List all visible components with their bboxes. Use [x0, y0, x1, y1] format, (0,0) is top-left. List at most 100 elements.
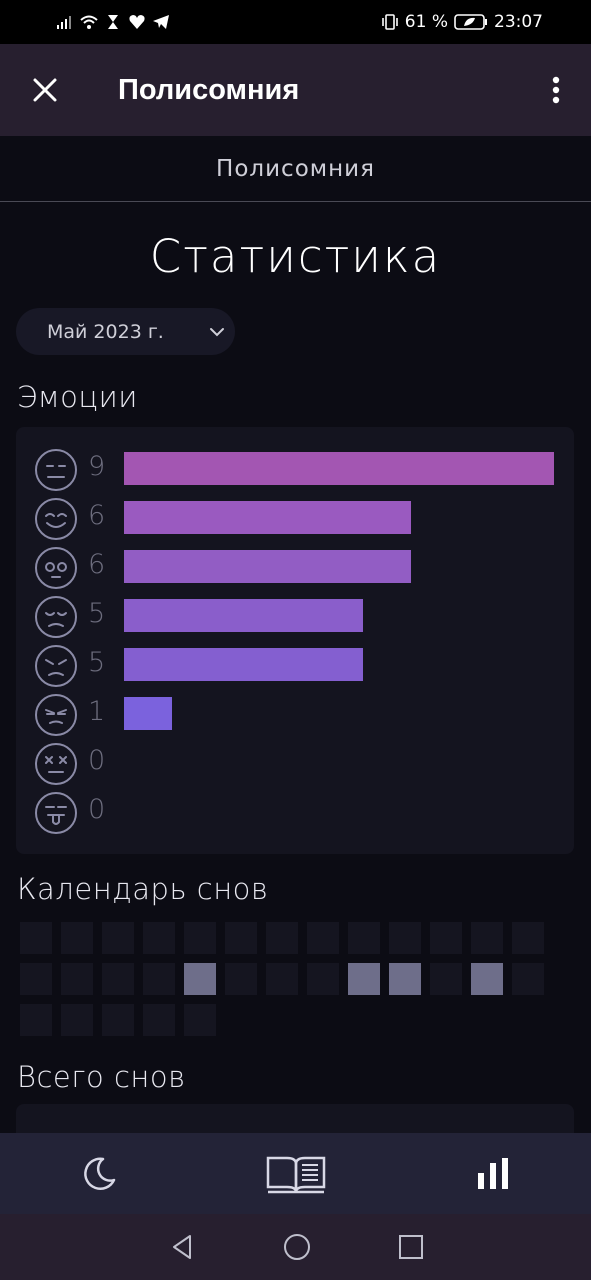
emotion-row: 0 — [16, 739, 574, 788]
page-title: Статистика — [149, 230, 442, 283]
system-navigation-bar — [0, 1214, 591, 1280]
calendar-day[interactable] — [266, 963, 298, 995]
calendar-day[interactable] — [430, 963, 462, 995]
emotion-row: 6 — [16, 494, 574, 543]
status-icons-left — [56, 13, 170, 31]
emotion-bar — [124, 550, 411, 583]
telegram-icon — [153, 15, 169, 29]
main-content[interactable]: Полисомния Статистика Май 2023 г. Эмоции… — [0, 136, 591, 1133]
emotion-count: 5 — [88, 598, 106, 629]
more-options-button[interactable] — [521, 44, 591, 136]
calendar-day[interactable] — [184, 963, 216, 995]
emotion-bar — [124, 501, 411, 534]
calendar-day[interactable] — [307, 963, 339, 995]
emotion-bar — [124, 697, 172, 730]
moon-icon — [83, 1157, 115, 1190]
book-icon — [266, 1156, 325, 1193]
nav-statistics[interactable] — [394, 1133, 591, 1214]
bottom-nav — [0, 1133, 591, 1214]
annoyed-face-icon — [35, 694, 77, 736]
calendar-day[interactable] — [61, 963, 93, 995]
tongue-face-icon — [35, 792, 77, 834]
calendar-day[interactable] — [430, 922, 462, 954]
emotions-title: Эмоции — [17, 380, 138, 414]
nav-journal[interactable] — [197, 1133, 394, 1214]
calendar-day[interactable] — [471, 963, 503, 995]
month-select[interactable]: Май 2023 г. — [16, 308, 235, 355]
emotion-row: 6 — [16, 543, 574, 592]
calendar-title: Календарь снов — [17, 872, 269, 906]
signal-icon — [57, 16, 71, 29]
close-icon — [33, 78, 57, 102]
calendar-day[interactable] — [184, 1004, 216, 1036]
calendar-day[interactable] — [61, 922, 93, 954]
total-card — [16, 1104, 574, 1133]
calendar-day[interactable] — [20, 922, 52, 954]
emotion-row: 1 — [16, 690, 574, 739]
total-title: Всего снов — [17, 1060, 186, 1094]
emotion-count: 6 — [88, 549, 106, 580]
status-bar: 61 % 23:07 — [0, 0, 591, 44]
emotion-bar — [124, 648, 363, 681]
calendar-day[interactable] — [225, 922, 257, 954]
calendar-day[interactable] — [225, 963, 257, 995]
calendar-day[interactable] — [20, 1004, 52, 1036]
vibrate-icon — [381, 14, 398, 30]
calendar-day[interactable] — [20, 963, 52, 995]
calendar-day[interactable] — [61, 1004, 93, 1036]
sad-face-icon — [35, 596, 77, 638]
calendar-day[interactable] — [348, 922, 380, 954]
calendar-day[interactable] — [266, 922, 298, 954]
surprised-face-icon — [35, 547, 77, 589]
sub-header: Полисомния — [0, 136, 591, 202]
emotion-bar — [124, 599, 363, 632]
battery-icon — [454, 14, 487, 30]
app-bar: Полисомния — [0, 44, 591, 136]
more-vert-icon — [552, 76, 560, 104]
emotion-row: 0 — [16, 788, 574, 837]
calendar-day[interactable] — [512, 922, 544, 954]
nav-sleep[interactable] — [0, 1133, 197, 1214]
month-select-value: Май 2023 г. — [47, 320, 164, 343]
clock: 23:07 — [494, 12, 543, 32]
chevron-down-icon — [210, 328, 224, 337]
angry-face-icon — [35, 645, 77, 687]
back-icon[interactable] — [168, 1233, 196, 1261]
calendar-day[interactable] — [471, 922, 503, 954]
calendar-day[interactable] — [307, 922, 339, 954]
emotion-count: 6 — [88, 500, 106, 531]
dead-face-icon — [35, 743, 77, 785]
recents-icon[interactable] — [398, 1234, 424, 1260]
status-icons-right: 61 % 23:07 — [381, 12, 543, 32]
heart-icon — [129, 15, 145, 29]
emotions-card: 9 6 6 5 5 1 0 0 — [16, 427, 574, 854]
calendar-day[interactable] — [143, 922, 175, 954]
emotion-count: 0 — [88, 794, 106, 825]
emotion-row: 5 — [16, 641, 574, 690]
emotion-count: 1 — [88, 696, 106, 727]
calendar-day[interactable] — [512, 963, 544, 995]
neutral-face-icon — [35, 449, 77, 491]
calendar-day[interactable] — [143, 1004, 175, 1036]
calendar-day[interactable] — [184, 922, 216, 954]
calendar-day[interactable] — [102, 963, 134, 995]
emotion-row: 9 — [16, 445, 574, 494]
happy-face-icon — [35, 498, 77, 540]
calendar-day[interactable] — [389, 963, 421, 995]
home-icon[interactable] — [282, 1232, 312, 1262]
calendar-day[interactable] — [102, 1004, 134, 1036]
bar-chart-icon — [477, 1157, 508, 1189]
emotion-bar — [124, 452, 554, 485]
emotion-count: 5 — [88, 647, 106, 678]
emotion-row: 5 — [16, 592, 574, 641]
close-button[interactable] — [0, 44, 90, 136]
battery-percent: 61 % — [404, 12, 448, 32]
calendar-day[interactable] — [143, 963, 175, 995]
calendar-day[interactable] — [102, 922, 134, 954]
app-title: Полисомния — [118, 73, 300, 106]
wifi-icon — [80, 15, 98, 29]
calendar-day[interactable] — [348, 963, 380, 995]
emotion-count: 0 — [88, 745, 106, 776]
calendar-day[interactable] — [389, 922, 421, 954]
emotion-count: 9 — [88, 451, 106, 482]
